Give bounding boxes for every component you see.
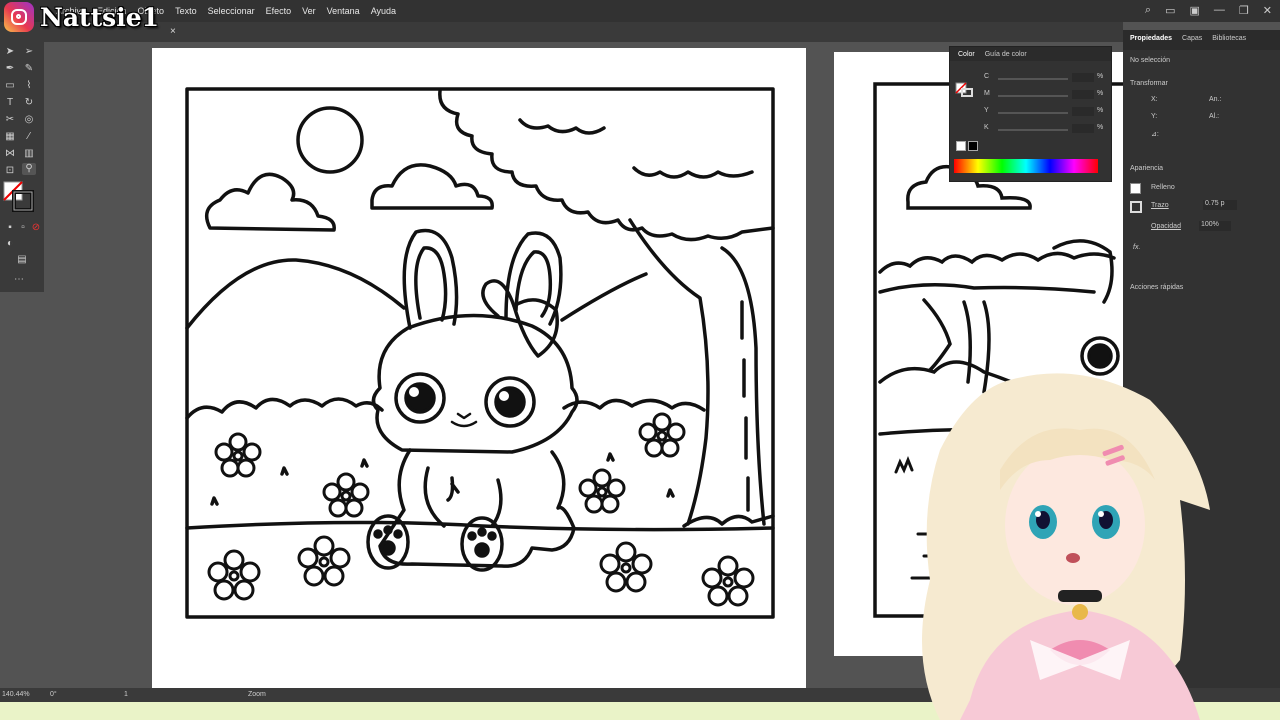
menu-efecto[interactable]: Efecto: [266, 6, 292, 16]
bunny-illustration: [185, 87, 775, 619]
workspace-icon[interactable]: ▣: [1190, 4, 1200, 17]
pencil-tool-icon[interactable]: ✎: [22, 63, 36, 75]
arrange-docs-icon[interactable]: ▭: [1165, 4, 1175, 17]
current-tool-label: Zoom: [248, 691, 266, 698]
gradient-tool-icon[interactable]: ▦: [3, 131, 17, 143]
instagram-icon: [4, 2, 34, 32]
close-tab-icon[interactable]: ×: [170, 26, 176, 37]
height-field-label: Al.:: [1209, 113, 1220, 120]
eyedropper-tool-icon[interactable]: ⁄: [22, 131, 36, 143]
screen-mode-icon[interactable]: ▤: [15, 254, 29, 266]
rotate-tool-icon[interactable]: ↻: [22, 97, 36, 109]
tab-libraries[interactable]: Bibliotecas: [1212, 35, 1246, 45]
quick-actions-heading: Acciones rápidas: [1130, 284, 1184, 291]
white-swatch[interactable]: [956, 141, 966, 151]
color-panel-tabs: Color Guía de color: [950, 47, 1111, 61]
fill-stroke-swatch[interactable]: [2, 180, 42, 216]
angle-field-label: ⊿:: [1151, 131, 1159, 138]
menu-ver[interactable]: Ver: [302, 6, 316, 16]
opacity-label[interactable]: Opacidad: [1151, 223, 1181, 230]
streamer-brand: Nattsie1: [4, 2, 159, 32]
edit-toolbar-icon[interactable]: ⋯: [12, 274, 26, 286]
menu-seleccionar[interactable]: Seleccionar: [208, 6, 255, 16]
transform-heading: Transformar: [1130, 80, 1168, 87]
none-mode-icon[interactable]: ⊘: [29, 222, 43, 234]
menu-ventana[interactable]: Ventana: [327, 6, 360, 16]
tab-color[interactable]: Color: [958, 51, 975, 58]
draw-mode-icon[interactable]: ◐: [3, 238, 17, 250]
color-panel: Color Guía de color C% M% Y% K%: [949, 46, 1112, 182]
search-icon[interactable]: ⌕: [1145, 4, 1151, 17]
artboard-number[interactable]: 1: [124, 691, 128, 698]
black-swatch[interactable]: [968, 141, 978, 151]
pen-tool-icon[interactable]: ✒: [3, 63, 17, 75]
window-controls: ⌕ ▭ ▣ — ❐ ✕: [1145, 4, 1272, 17]
stroke-label[interactable]: Trazo: [1151, 202, 1169, 209]
stroke-weight-input[interactable]: 0.75 p: [1203, 200, 1237, 210]
artboard-bunny[interactable]: [152, 48, 806, 690]
type-tool-icon[interactable]: T: [3, 97, 17, 109]
y-field-label: Y:: [1151, 113, 1158, 120]
channel-c[interactable]: C%: [984, 73, 1104, 83]
menu-texto[interactable]: Texto: [175, 6, 197, 16]
streamer-name: Nattsie1: [40, 2, 160, 32]
menu-bar: Archivo Edición Objeto Texto Seleccionar…: [0, 0, 1280, 22]
warp-tool-icon[interactable]: ◎: [22, 114, 36, 126]
zoom-tool-icon[interactable]: ⚲: [22, 163, 36, 175]
zoom-level[interactable]: 140.44%: [2, 691, 30, 698]
scissors-tool-icon[interactable]: ✂: [3, 114, 17, 126]
appearance-heading: Apariencia: [1130, 165, 1164, 172]
stroke-swatch[interactable]: [1130, 201, 1142, 213]
maximize-icon[interactable]: ❐: [1239, 4, 1249, 17]
rotation-value[interactable]: 0°: [50, 691, 57, 698]
fill-label: Relleno: [1151, 184, 1175, 191]
menu-ayuda[interactable]: Ayuda: [371, 6, 396, 16]
channel-m[interactable]: M%: [984, 90, 1104, 100]
channel-k[interactable]: K%: [984, 124, 1104, 134]
paintbrush-tool-icon[interactable]: ⌇: [22, 80, 36, 92]
artboard-tool-icon[interactable]: ⊡: [3, 165, 17, 177]
close-window-icon[interactable]: ✕: [1263, 4, 1272, 17]
width-field-label: An.:: [1209, 96, 1222, 103]
gradient-mode-icon[interactable]: ▫: [16, 222, 30, 234]
opacity-input[interactable]: 100%: [1199, 221, 1231, 231]
panel-fill-stroke-icon[interactable]: [954, 67, 978, 97]
vtuber-avatar: [880, 360, 1220, 720]
color-spectrum[interactable]: [954, 159, 1098, 173]
x-field-label: X:: [1151, 96, 1158, 103]
document-tab-bar: ×: [0, 22, 1123, 42]
fill-swatch[interactable]: [1130, 183, 1141, 194]
graph-tool-icon[interactable]: ▥: [22, 148, 36, 160]
tab-layers[interactable]: Capas: [1182, 35, 1202, 45]
tab-color-guide[interactable]: Guía de color: [985, 51, 1027, 58]
color-mode-icon[interactable]: ▪: [3, 222, 17, 234]
selection-tool-icon[interactable]: ➤: [3, 46, 17, 58]
tools-panel: ➤ ➢ ✒ ✎ ▭ ⌇ T ↻ ✂ ◎ ▦ ⁄ ⋈ ▥ ⊡ ⚲ ▪ ▫ ⊘ ◐ …: [0, 42, 44, 292]
blend-tool-icon[interactable]: ⋈: [3, 148, 17, 160]
properties-tabs: Propiedades Capas Bibliotecas: [1123, 30, 1280, 50]
channel-y[interactable]: Y%: [984, 107, 1104, 117]
tab-properties[interactable]: Propiedades: [1130, 35, 1172, 45]
fx-icon[interactable]: fx.: [1133, 244, 1140, 251]
no-selection-label: No selección: [1130, 57, 1171, 64]
minimize-icon[interactable]: —: [1214, 4, 1225, 17]
direct-selection-tool-icon[interactable]: ➢: [22, 46, 36, 58]
rectangle-tool-icon[interactable]: ▭: [3, 80, 17, 92]
